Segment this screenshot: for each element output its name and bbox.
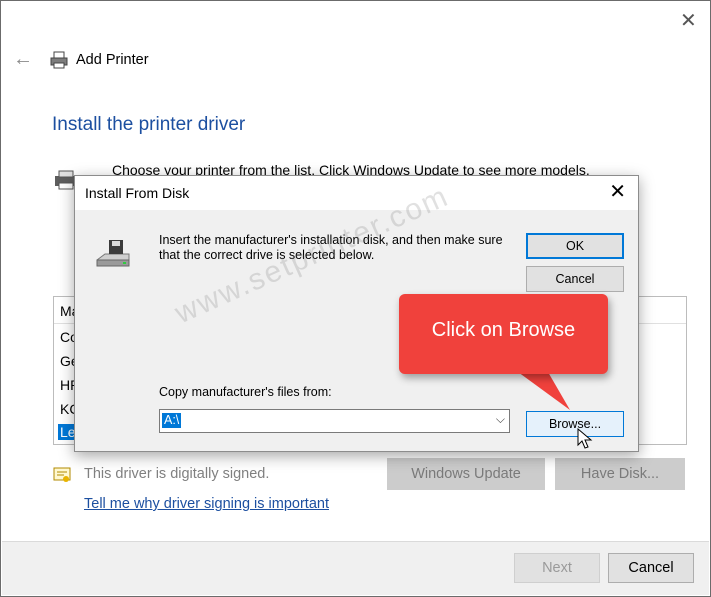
dialog-title: Install From Disk <box>85 185 190 201</box>
dialog-close-icon[interactable]: ✕ <box>609 182 626 202</box>
printer-icon <box>50 51 68 69</box>
driver-signing-link[interactable]: Tell me why driver signing is important <box>84 496 329 512</box>
page-title: Install the printer driver <box>52 114 246 135</box>
next-button[interactable]: Next <box>514 553 600 583</box>
cancel-button[interactable]: Cancel <box>608 553 694 583</box>
copy-from-label: Copy manufacturer's files from: <box>159 385 332 399</box>
dialog-cancel-button[interactable]: Cancel <box>526 266 624 292</box>
ok-button[interactable]: OK <box>526 233 624 259</box>
chevron-down-icon[interactable]: ⌵ <box>496 412 505 427</box>
disk-drive-icon <box>96 240 130 267</box>
back-arrow-icon[interactable]: ← <box>13 49 33 69</box>
path-combobox[interactable]: A:\ ⌵ <box>159 409 510 433</box>
windows-update-button[interactable]: Windows Update <box>387 458 545 490</box>
callout-text: Click on Browse <box>431 319 576 341</box>
path-value: A:\ <box>162 413 182 428</box>
callout-annotation: Click on Browse <box>399 294 608 374</box>
signature-status: This driver is digitally signed. <box>84 466 270 482</box>
footer-bar <box>2 541 709 595</box>
close-icon[interactable]: ✕ <box>680 11 697 31</box>
certificate-icon <box>53 467 71 482</box>
dialog-titlebar: Install From Disk ✕ <box>75 176 638 210</box>
browse-button[interactable]: Browse... <box>526 411 624 437</box>
window-title: Add Printer <box>76 52 149 68</box>
mouse-cursor-icon <box>577 428 593 449</box>
have-disk-button[interactable]: Have Disk... <box>555 458 685 490</box>
